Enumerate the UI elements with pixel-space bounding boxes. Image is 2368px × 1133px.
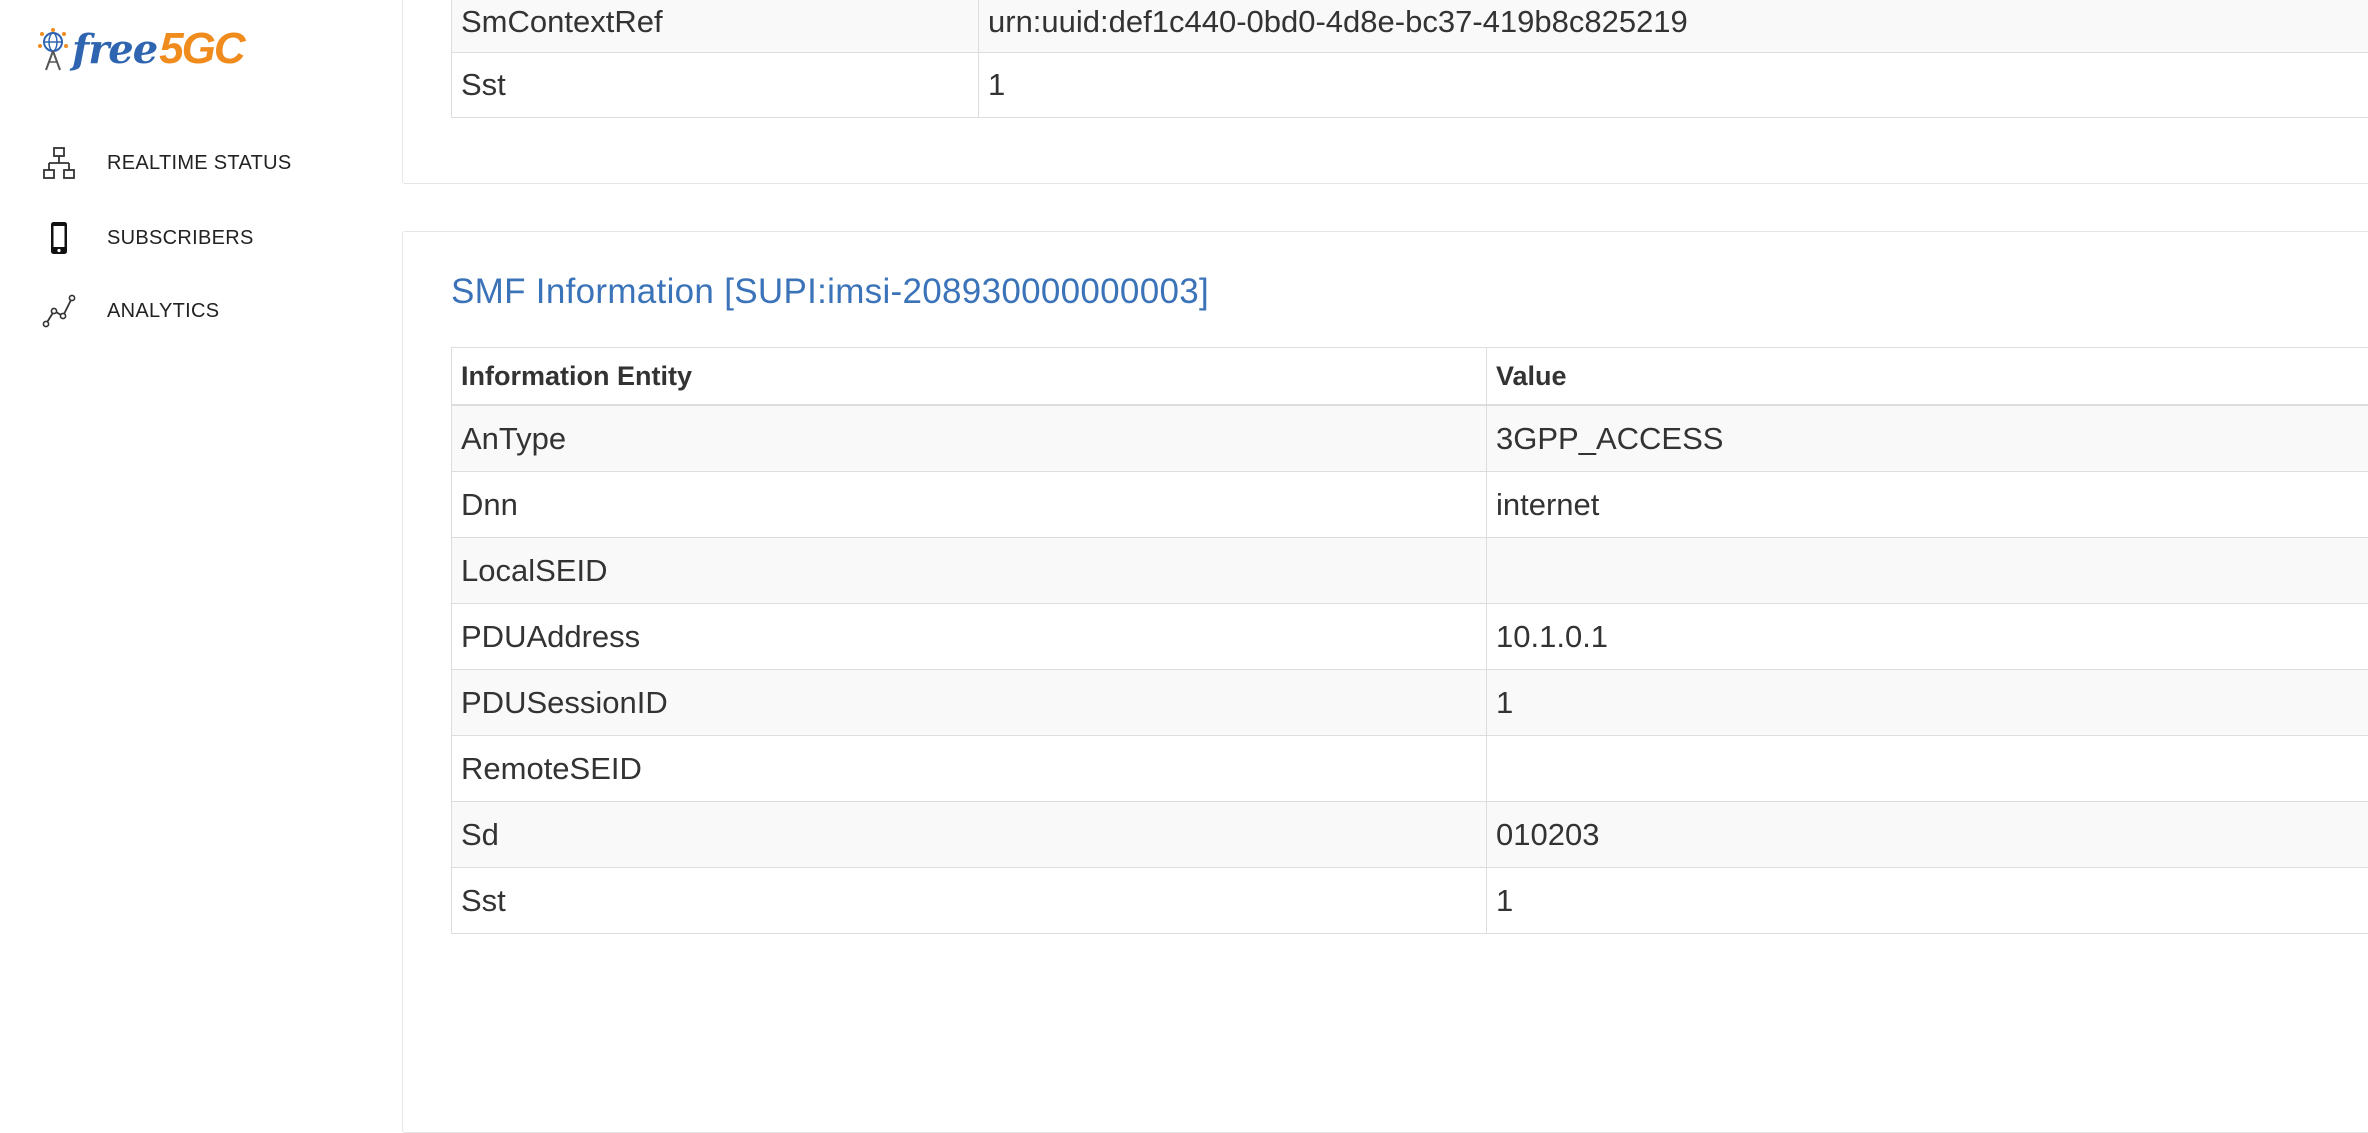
entity-cell: Sst <box>452 53 979 118</box>
amf-info-card: SmContextRef urn:uuid:def1c440-0bd0-4d8e… <box>402 0 2368 184</box>
table-row: RemoteSEID <box>452 736 2368 802</box>
sidebar-item-label: SUBSCRIBERS <box>107 227 254 250</box>
table-header-row: Information Entity Value <box>452 348 2368 406</box>
sidebar-item-realtime-status[interactable]: REALTIME STATUS <box>0 133 402 193</box>
table-row: LocalSEID <box>452 538 2368 604</box>
table-row: PDUSessionID 1 <box>452 670 2368 736</box>
table-row: Sst 1 <box>452 868 2368 934</box>
entity-cell: Dnn <box>452 472 1487 538</box>
antenna-globe-icon <box>36 24 70 74</box>
smf-info-card: SMF Information [SUPI:imsi-2089300000000… <box>402 231 2368 1133</box>
smf-card-title: SMF Information [SUPI:imsi-2089300000000… <box>451 272 1209 312</box>
sidebar-item-label: REALTIME STATUS <box>107 152 292 175</box>
entity-cell: PDUAddress <box>452 604 1487 670</box>
value-cell: 10.1.0.1 <box>1487 604 2368 670</box>
value-cell <box>1487 538 2368 604</box>
sidebar-item-subscribers[interactable]: SUBSCRIBERS <box>0 208 402 268</box>
value-cell <box>1487 736 2368 802</box>
entity-cell: PDUSessionID <box>452 670 1487 736</box>
table-row: Dnn internet <box>452 472 2368 538</box>
free5gc-logo[interactable]: free 5GC <box>36 24 244 74</box>
table-row: SmContextRef urn:uuid:def1c440-0bd0-4d8e… <box>452 0 2368 53</box>
value-cell: urn:uuid:def1c440-0bd0-4d8e-bc37-419b8c8… <box>979 0 2368 53</box>
table-row: AnType 3GPP_ACCESS <box>452 405 2368 472</box>
entity-cell: LocalSEID <box>452 538 1487 604</box>
amf-info-table: SmContextRef urn:uuid:def1c440-0bd0-4d8e… <box>451 0 2368 118</box>
value-cell: 1 <box>1487 868 2368 934</box>
sidebar: free 5GC REALTIME STATUS SUBSCRIBERS <box>0 0 402 1110</box>
sidebar-item-analytics[interactable]: ANALYTICS <box>0 281 402 341</box>
value-cell: 3GPP_ACCESS <box>1487 405 2368 472</box>
entity-cell: SmContextRef <box>452 0 979 53</box>
header-information-entity: Information Entity <box>452 348 1487 406</box>
table-row: Sst 1 <box>452 53 2368 118</box>
header-value: Value <box>1487 348 2368 406</box>
value-cell: internet <box>1487 472 2368 538</box>
logo-text-free: free <box>72 26 157 73</box>
value-cell: 1 <box>1487 670 2368 736</box>
entity-cell: RemoteSEID <box>452 736 1487 802</box>
mobile-phone-icon <box>42 221 76 255</box>
entity-cell: AnType <box>452 405 1487 472</box>
network-hierarchy-icon <box>42 146 76 180</box>
sidebar-item-label: ANALYTICS <box>107 300 219 323</box>
logo-text-5gc: 5GC <box>159 24 243 74</box>
entity-cell: Sd <box>452 802 1487 868</box>
value-cell: 010203 <box>1487 802 2368 868</box>
entity-cell: Sst <box>452 868 1487 934</box>
table-row: PDUAddress 10.1.0.1 <box>452 604 2368 670</box>
line-chart-icon <box>42 294 76 328</box>
value-cell: 1 <box>979 53 2368 118</box>
smf-info-table: Information Entity Value AnType 3GPP_ACC… <box>451 347 2368 934</box>
table-row: Sd 010203 <box>452 802 2368 868</box>
